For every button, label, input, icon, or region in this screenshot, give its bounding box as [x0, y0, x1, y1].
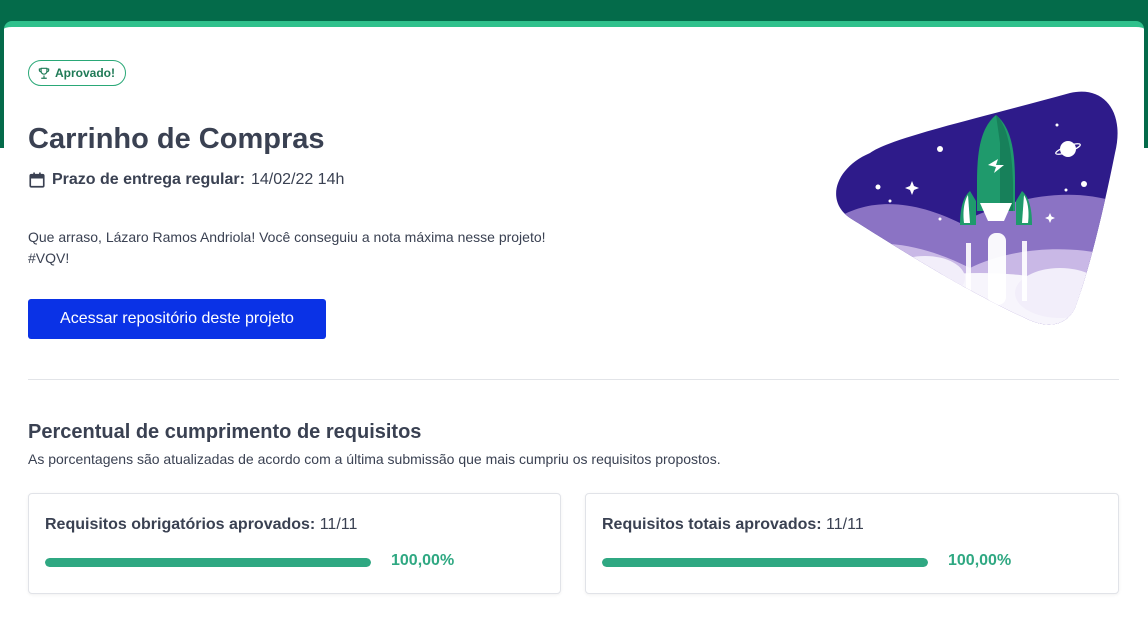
- deadline-value: 14/02/22 14h: [250, 171, 345, 188]
- total-requirements-card: Requisitos totais aprovados: 11/11 100,0…: [585, 493, 1119, 594]
- total-progress-percent: 100,00%: [948, 552, 1012, 569]
- mandatory-progress-percent: 100,00%: [391, 552, 455, 569]
- deadline: Prazo de entrega regular: 14/02/22 14h: [28, 171, 344, 189]
- total-requirements-count: 11/11: [826, 516, 864, 533]
- page-title: Carrinho de Compras: [28, 123, 325, 155]
- requirements-subtitle: As porcentagens são atualizadas de acord…: [28, 451, 721, 467]
- trophy-icon: [38, 67, 50, 79]
- mandatory-progress-bar: [45, 558, 371, 567]
- approved-badge-label: Aprovado!: [55, 66, 115, 80]
- calendar-icon: [29, 172, 45, 188]
- rocket-illustration: [836, 91, 1118, 325]
- total-requirements-label: Requisitos totais aprovados: 11/11: [602, 516, 864, 534]
- total-requirements-title: Requisitos totais aprovados:: [602, 516, 822, 533]
- project-card: Aprovado! Carrinho de Compras Prazo de e…: [4, 21, 1144, 621]
- approved-badge: Aprovado!: [28, 60, 126, 86]
- mandatory-requirements-label: Requisitos obrigatórios aprovados: 11/11: [45, 516, 357, 534]
- mandatory-requirements-card: Requisitos obrigatórios aprovados: 11/11…: [28, 493, 561, 594]
- congrats-hashtag: #VQV!: [28, 250, 70, 266]
- congrats-message-line: Que arraso, Lázaro Ramos Andriola! Você …: [28, 229, 546, 245]
- mandatory-progress-fill: [45, 558, 371, 567]
- total-progress-fill: [602, 558, 928, 567]
- mandatory-requirements-count: 11/11: [319, 516, 358, 533]
- access-repository-button[interactable]: Acessar repositório deste projeto: [28, 299, 326, 339]
- deadline-label: Prazo de entrega regular:: [52, 171, 245, 188]
- section-divider: [28, 379, 1119, 380]
- mandatory-requirements-title: Requisitos obrigatórios aprovados:: [45, 516, 316, 533]
- congrats-message: Que arraso, Lázaro Ramos Andriola! Você …: [28, 227, 628, 269]
- total-progress-bar: [602, 558, 928, 567]
- requirements-title: Percentual de cumprimento de requisitos: [28, 421, 422, 443]
